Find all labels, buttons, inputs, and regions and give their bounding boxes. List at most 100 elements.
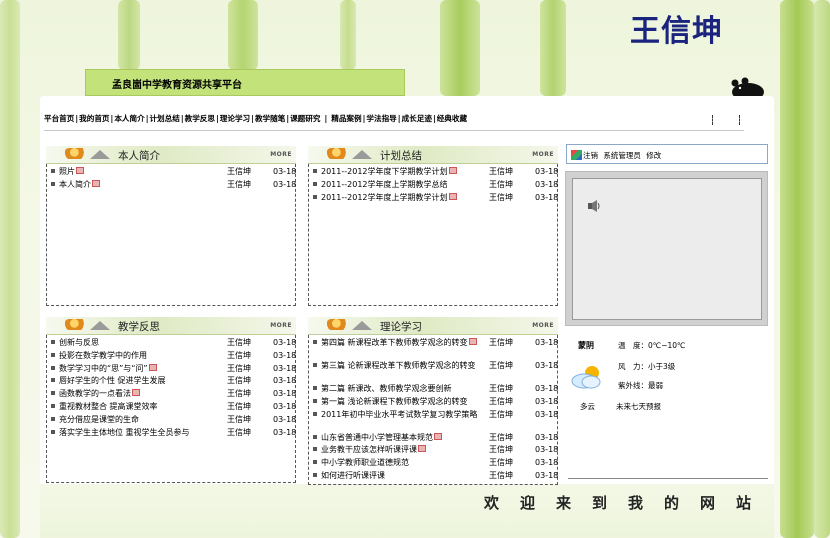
list-item[interactable]: 山东省普通中小学管理基本规范 王信坤 03-18 bbox=[313, 432, 558, 445]
nav-item-collection[interactable]: 经典收藏 bbox=[437, 113, 467, 124]
list-item[interactable]: 业务教干应该怎样听课评课 王信坤 03-18 bbox=[313, 444, 558, 457]
cloud-ornament-icon bbox=[64, 319, 90, 330]
more-link[interactable]: MORE bbox=[270, 322, 292, 329]
list-item[interactable]: 照片 王信坤 03-18 bbox=[51, 166, 296, 179]
triangle-icon bbox=[90, 321, 110, 330]
list-item[interactable]: 第二篇 新课改、教师教学观念要创新 王信坤 03-18 bbox=[313, 383, 558, 396]
list-item[interactable]: 数学学习中的“思”与“问” 王信坤 03-18 bbox=[51, 363, 296, 376]
bullet-icon bbox=[313, 194, 317, 199]
nav-item-my-home[interactable]: 我的首页 bbox=[79, 113, 109, 124]
bamboo-decoration bbox=[814, 0, 830, 538]
logout-link[interactable]: 注销 bbox=[583, 151, 598, 160]
speaker-icon[interactable] bbox=[587, 199, 601, 213]
article-title-link[interactable]: 2011--2012学年度上学期教学计划 bbox=[321, 192, 457, 205]
panel-reflection: 教学反思 MORE 创新与反思 王信坤 03-18 投影在数学教学中的作用 王信坤 03-… bbox=[46, 317, 296, 483]
list-item[interactable]: 落实学生主体地位 重视学生全员参与 王信坤 03-18 bbox=[51, 427, 296, 440]
list-item[interactable]: 重视教材整合 提高课堂效率 王信坤 03-18 bbox=[51, 401, 296, 414]
temp-value: 0℃~10℃ bbox=[648, 341, 686, 350]
more-link[interactable]: MORE bbox=[532, 322, 554, 329]
article-title-link[interactable]: 第二篇 新课改、教师教学观念要创新 bbox=[321, 383, 452, 396]
panel-theory: 理论学习 MORE 第四篇 新课程改革下教师教学观念的转变 王信坤 03-18 第三篇… bbox=[308, 317, 558, 485]
temp-label: 温 度： bbox=[618, 341, 648, 350]
article-title-link[interactable]: 2011--2012学年度下学期教学计划 bbox=[321, 166, 457, 179]
list-item[interactable]: 本人简介 王信坤 03-18 bbox=[51, 179, 296, 192]
article-title-link[interactable]: 2011年初中毕业水平考试数学复习教学策略 bbox=[321, 409, 477, 420]
nav-item-theory[interactable]: 理论学习 bbox=[220, 113, 250, 124]
article-title-link[interactable]: 数学学习中的“思”与“问” bbox=[59, 363, 157, 376]
article-title-link[interactable]: 第一篇 浅论新课程下教师教学观念的转变 bbox=[321, 396, 468, 409]
list-item[interactable]: 创新与反思 王信坤 03-18 bbox=[51, 337, 296, 350]
nav-item-research[interactable]: 课题研究 bbox=[290, 113, 320, 124]
wind-value: 小于3级 bbox=[648, 362, 676, 371]
bullet-icon bbox=[51, 416, 55, 421]
list-item[interactable]: 充分借应是课堂的生命 王信坤 03-18 bbox=[51, 414, 296, 427]
article-title-link[interactable]: 第四篇 新课程改革下教师教学观念的转变 bbox=[321, 337, 477, 348]
nav-separator: | bbox=[432, 114, 436, 123]
nav-item-growth[interactable]: 成长足迹 bbox=[402, 113, 432, 124]
article-title-link[interactable]: 充分借应是课堂的生命 bbox=[59, 414, 139, 427]
list-item[interactable]: 中小学教师职业道德规范 王信坤 03-18 bbox=[313, 457, 558, 470]
article-author: 王信坤 bbox=[489, 432, 513, 442]
list-item[interactable]: 2011--2012学年度上学期教学总结 王信坤 03-18 bbox=[313, 179, 558, 192]
article-title-link[interactable]: 照片 bbox=[59, 166, 84, 179]
article-title-link[interactable]: 本人简介 bbox=[59, 179, 100, 192]
article-title-link[interactable]: 落实学生主体地位 重视学生全员参与 bbox=[59, 427, 190, 440]
article-author: 王信坤 bbox=[489, 361, 513, 370]
article-title-link[interactable]: 函数教学的一点看法 bbox=[59, 388, 140, 401]
article-author: 王信坤 bbox=[489, 384, 513, 393]
article-title-link[interactable]: 中小学教师职业道德规范 bbox=[321, 457, 409, 470]
article-date: 03-18 bbox=[535, 179, 559, 189]
list-item[interactable]: 如何进行听课评课 王信坤 03-18 bbox=[313, 470, 558, 483]
nav-separator: | bbox=[324, 114, 328, 123]
article-title-link[interactable]: 2011--2012学年度上学期教学总结 bbox=[321, 179, 448, 192]
panel-list: 2011--2012学年度下学期教学计划 王信坤 03-18 2011--2012学年… bbox=[308, 164, 558, 306]
article-title-link[interactable]: 创新与反思 bbox=[59, 337, 99, 350]
forecast-7day-link[interactable]: 未来七天预报 bbox=[616, 401, 661, 412]
list-item[interactable]: 投影在数学教学中的作用 王信坤 03-18 bbox=[51, 350, 296, 363]
panel-plan: 计划总结 MORE 2011--2012学年度下学期教学计划 王信坤 03-18 20… bbox=[308, 146, 558, 306]
cloud-ornament-icon bbox=[64, 148, 90, 159]
article-date: 03-18 bbox=[535, 192, 559, 202]
list-item[interactable]: 第三篇 论新课程改革下教师教学观念的转变 王信坤 03-18 bbox=[313, 360, 558, 383]
welcome-banner: 欢迎来到我的网站 bbox=[484, 494, 773, 512]
article-title-link[interactable]: 第三篇 论新课程改革下教师教学观念的转变 bbox=[321, 360, 476, 371]
list-item[interactable]: 唇好学生的个性 促进学生发展 王信坤 03-18 bbox=[51, 375, 296, 388]
list-item[interactable]: 第四篇 新课程改革下教师教学观念的转变 王信坤 03-18 bbox=[313, 337, 558, 360]
nav-item-platform-home[interactable]: 平台首页 bbox=[44, 113, 74, 124]
new-badge-icon bbox=[76, 167, 84, 174]
nav-item-cases[interactable]: 精品案例 bbox=[331, 113, 361, 124]
article-date: 03-18 bbox=[535, 445, 559, 455]
panel-intro: 本人简介 MORE 照片 王信坤 03-18 本人简介 王信坤 03-18 bbox=[46, 146, 296, 306]
list-item[interactable]: 函数教学的一点看法 王信坤 03-18 bbox=[51, 388, 296, 401]
article-date: 03-18 bbox=[273, 401, 297, 411]
edit-link[interactable]: 修改 bbox=[646, 151, 661, 160]
site-title-banner: 孟良崮中学教育资源共享平台 bbox=[85, 69, 405, 96]
nav-item-intro[interactable]: 本人简介 bbox=[114, 113, 144, 124]
more-link[interactable]: MORE bbox=[532, 151, 554, 158]
nav-item-plan[interactable]: 计划总结 bbox=[149, 113, 179, 124]
list-item[interactable]: 2011--2012学年度下学期教学计划 王信坤 03-18 bbox=[313, 166, 558, 179]
list-item[interactable]: 2011年初中毕业水平考试数学复习教学策略 王信坤 03-18 bbox=[313, 409, 558, 432]
nav-item-reflection[interactable]: 教学反思 bbox=[185, 113, 215, 124]
article-title-link[interactable]: 重视教材整合 提高课堂效率 bbox=[59, 401, 158, 414]
article-title-link[interactable]: 投影在数学教学中的作用 bbox=[59, 350, 147, 363]
article-title-link[interactable]: 唇好学生的个性 促进学生发展 bbox=[59, 375, 166, 388]
bamboo-decoration bbox=[780, 0, 814, 538]
nav-item-essays[interactable]: 教学随笔 bbox=[255, 113, 285, 124]
nav-divider bbox=[712, 115, 713, 125]
panel-title: 理论学习 bbox=[380, 321, 422, 333]
list-item[interactable]: 第一篇 浅论新课程下教师教学观念的转变 王信坤 03-18 bbox=[313, 396, 558, 409]
uv-value: 最弱 bbox=[648, 381, 663, 390]
nav-item-methods[interactable]: 学法指导 bbox=[366, 113, 396, 124]
article-date: 03-18 bbox=[273, 179, 297, 189]
article-title-link[interactable]: 业务教干应该怎样听课评课 bbox=[321, 444, 426, 457]
panel-header: 本人简介 MORE bbox=[46, 146, 296, 164]
article-title-link[interactable]: 山东省普通中小学管理基本规范 bbox=[321, 432, 442, 445]
user-info-box: 注销 系统管理员 修改 bbox=[566, 144, 768, 164]
article-title-link[interactable]: 如何进行听课评课 bbox=[321, 470, 385, 483]
weather-city: 蒙阴 bbox=[578, 341, 594, 350]
media-player[interactable] bbox=[565, 171, 768, 326]
article-date: 03-18 bbox=[535, 338, 559, 347]
more-link[interactable]: MORE bbox=[270, 151, 292, 158]
list-item[interactable]: 2011--2012学年度上学期教学计划 王信坤 03-18 bbox=[313, 192, 558, 205]
